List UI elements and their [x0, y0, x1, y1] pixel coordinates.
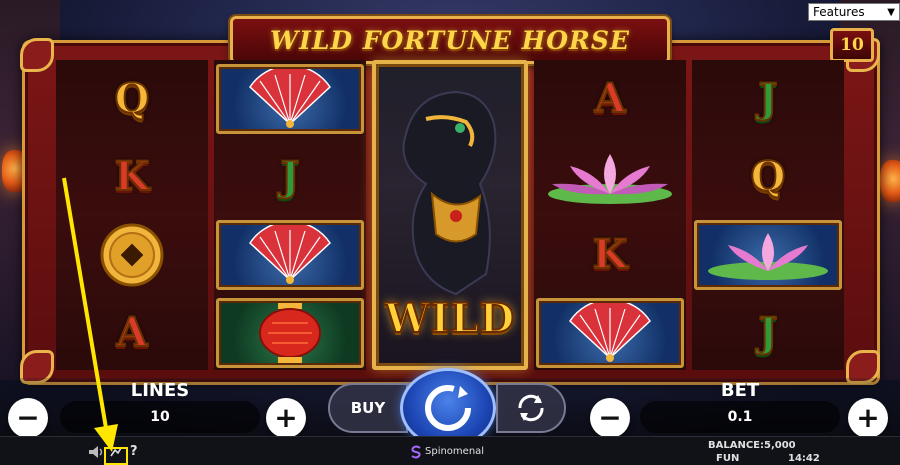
annotation-highlight-box [104, 447, 128, 465]
annotation-arrow [62, 177, 118, 452]
